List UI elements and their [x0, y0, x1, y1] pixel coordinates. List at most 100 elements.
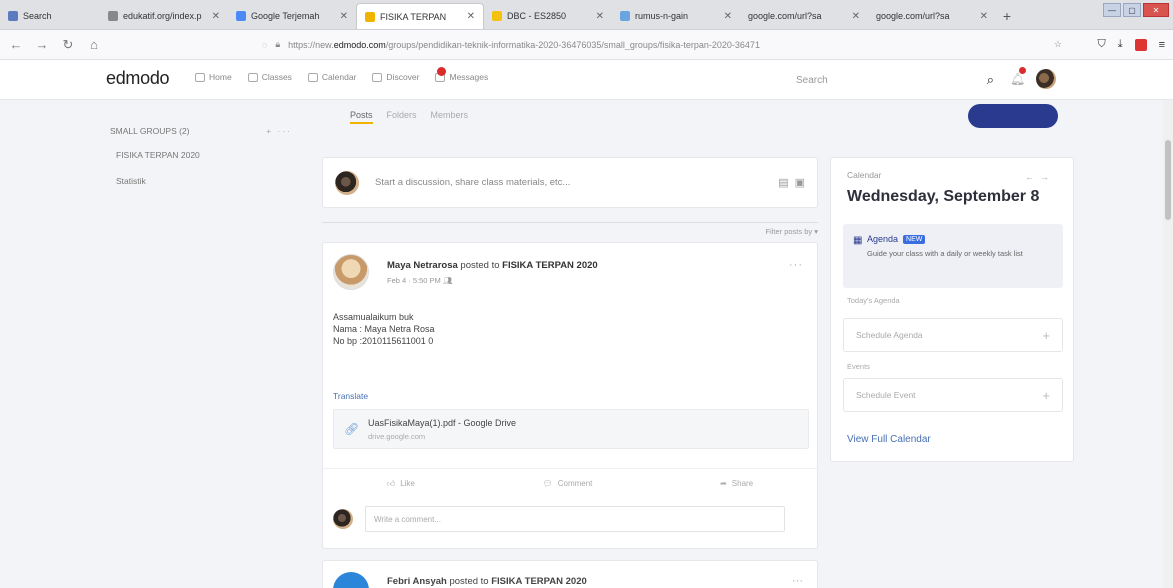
nav-home[interactable]: Home — [195, 72, 232, 82]
tab-label: google.com/url?sa — [748, 11, 822, 21]
author-avatar[interactable] — [333, 254, 369, 290]
tab-label: google.com/url?sa — [876, 11, 950, 21]
nav-classes[interactable]: Classes — [247, 72, 292, 82]
nav-calendar[interactable]: Calendar — [307, 72, 356, 82]
address-bar[interactable]: ◌ 🔒︎ https://new.edmodo.com/groups/pendi… — [262, 34, 1062, 56]
menu-icon[interactable]: ≡ — [1159, 39, 1165, 51]
nav-discover[interactable]: Discover — [372, 72, 419, 82]
like-button[interactable]: 👍︎ Like — [387, 479, 415, 489]
schedule-event-button[interactable]: Schedule Event + — [843, 378, 1063, 412]
tab-favicon-icon — [236, 11, 246, 21]
attach-image-icon[interactable]: ▣ — [795, 176, 805, 189]
lock-icon[interactable]: 🔒︎ — [275, 39, 280, 50]
pocket-icon[interactable]: ⛉ — [1097, 38, 1105, 51]
agenda-description: Guide your class with a daily or weekly … — [867, 249, 1023, 258]
tab-favicon-icon — [492, 11, 502, 21]
composer-placeholder[interactable]: Start a discussion, share class material… — [375, 177, 778, 188]
page-scrollbar[interactable] — [1163, 100, 1173, 588]
author-name[interactable]: Febri Ansyah — [387, 576, 447, 587]
home-icon — [195, 72, 205, 82]
search-icon[interactable]: ⌕ — [987, 72, 994, 88]
post-timestamp: Feb 4 · 5:50 PM 👥︎ — [387, 276, 453, 285]
post-line: Assamualaikum buk — [333, 312, 414, 322]
close-tab-icon[interactable]: ✕ — [980, 11, 988, 22]
group-tabs: Posts Folders Members — [350, 110, 468, 124]
attachment-url: drive.google.com — [368, 432, 426, 441]
create-button[interactable] — [968, 104, 1058, 128]
attachment-name[interactable]: UasFisikaMaya(1).pdf - Google Drive — [368, 418, 516, 428]
share-icon: ➦ — [720, 479, 727, 488]
minimize-icon[interactable]: — — [1103, 3, 1121, 17]
classes-icon — [247, 72, 258, 82]
agenda-title: Agenda — [867, 234, 899, 244]
browser-tab[interactable]: google.com/url?sa ✕ — [868, 3, 996, 29]
edmodo-logo[interactable]: edmodo — [106, 68, 170, 89]
close-tab-icon[interactable]: ✕ — [596, 11, 604, 22]
maximize-icon[interactable]: ▢ — [1123, 3, 1141, 17]
download-icon[interactable]: ⤓ — [1118, 38, 1123, 51]
tab-posts[interactable]: Posts — [350, 110, 373, 124]
comment-input[interactable]: Write a comment... — [365, 506, 785, 532]
search-input[interactable]: Search ⌕ — [790, 68, 1000, 92]
user-avatar[interactable] — [1036, 69, 1056, 89]
browser-tab[interactable]: Search — [0, 3, 100, 29]
feed-divider: Filter posts by ▾ — [322, 222, 818, 236]
left-sidebar: SMALL GROUPS (2) + ··· FISIKA TERPAN 202… — [110, 126, 310, 186]
notifications-bell-icon[interactable]: 🔔︎ — [1010, 66, 1027, 86]
more-options-icon[interactable]: ··· — [789, 259, 803, 271]
share-button[interactable]: ➦ Share — [720, 479, 753, 488]
close-tab-icon[interactable]: ✕ — [724, 11, 732, 22]
translate-link[interactable]: Translate — [333, 391, 368, 401]
tab-label: rumus-n-gain — [635, 11, 689, 21]
more-options-icon[interactable]: ··· — [792, 575, 803, 587]
close-tab-icon[interactable]: ✕ — [467, 11, 475, 22]
schedule-agenda-button[interactable]: Schedule Agenda + — [843, 318, 1063, 352]
close-tab-icon[interactable]: ✕ — [212, 11, 220, 22]
plus-icon: + — [1042, 387, 1050, 403]
author-name[interactable]: Maya Netrarosa — [387, 260, 458, 271]
post-body: Assamualaikum buk Nama : Maya Netra Rosa… — [333, 311, 435, 347]
browser-tab[interactable]: DBC - ES2850 ✕ — [484, 3, 612, 29]
add-group-icon[interactable]: + ··· — [266, 126, 292, 136]
scrollbar-thumb[interactable] — [1165, 140, 1171, 220]
tab-members[interactable]: Members — [431, 110, 469, 124]
close-tab-icon[interactable]: ✕ — [852, 11, 860, 22]
reload-icon[interactable]: ↻ — [60, 37, 76, 53]
comment-button[interactable]: 💬︎ Comment — [543, 479, 593, 488]
browser-tab-active[interactable]: FISIKA TERPAN ✕ — [356, 3, 484, 29]
filter-posts-dropdown[interactable]: Filter posts by ▾ — [761, 227, 818, 236]
notification-dot — [437, 67, 447, 76]
group-link[interactable]: FISIKA TERPAN 2020 — [491, 576, 587, 587]
tab-favicon-icon — [365, 11, 375, 22]
group-link[interactable]: FISIKA TERPAN 2020 — [502, 260, 598, 271]
back-icon[interactable]: ← — [8, 37, 24, 52]
prev-day-icon[interactable]: ← — [1025, 172, 1040, 182]
browser-tab[interactable]: edukatif.org/index.p ✕ — [100, 3, 228, 29]
close-tab-icon[interactable]: ✕ — [340, 11, 348, 22]
tab-favicon-icon — [620, 11, 630, 21]
next-day-icon[interactable]: → — [1040, 172, 1055, 182]
forward-icon[interactable]: → — [34, 37, 50, 52]
sidebar-item-statistik[interactable]: Statistik — [116, 176, 310, 186]
attachment-card[interactable]: 🔗︎ UasFisikaMaya(1).pdf - Google Drive d… — [333, 409, 809, 449]
comment-row: Write a comment... — [333, 506, 785, 532]
close-window-icon[interactable]: ✕ — [1143, 3, 1169, 17]
browser-tab[interactable]: Google Terjemah ✕ — [228, 3, 356, 29]
shield-icon[interactable]: ◌ — [262, 40, 267, 50]
todays-agenda-label: Today's Agenda — [847, 296, 900, 305]
author-avatar[interactable] — [333, 572, 369, 588]
browser-tab[interactable]: google.com/url?sa ✕ — [740, 3, 868, 29]
post-composer[interactable]: Start a discussion, share class material… — [322, 157, 818, 208]
tab-folders[interactable]: Folders — [387, 110, 417, 124]
nav-messages[interactable]: Messages — [435, 67, 488, 82]
discover-icon — [372, 72, 383, 82]
view-full-calendar-link[interactable]: View Full Calendar — [847, 434, 931, 445]
browser-tab[interactable]: rumus-n-gain ✕ — [612, 3, 740, 29]
new-tab-icon[interactable]: + — [996, 3, 1018, 29]
bookmark-star-icon[interactable]: ☆ — [1054, 39, 1062, 50]
attach-file-icon[interactable]: ▤ — [778, 176, 788, 189]
pdf-extension-icon[interactable] — [1134, 38, 1147, 51]
sidebar-item-fisika[interactable]: FISIKA TERPAN 2020 — [116, 150, 310, 160]
agenda-promo[interactable]: ▦ Agenda NEW Guide your class with a dail… — [843, 224, 1063, 288]
home-icon[interactable]: ⌂ — [86, 37, 102, 52]
